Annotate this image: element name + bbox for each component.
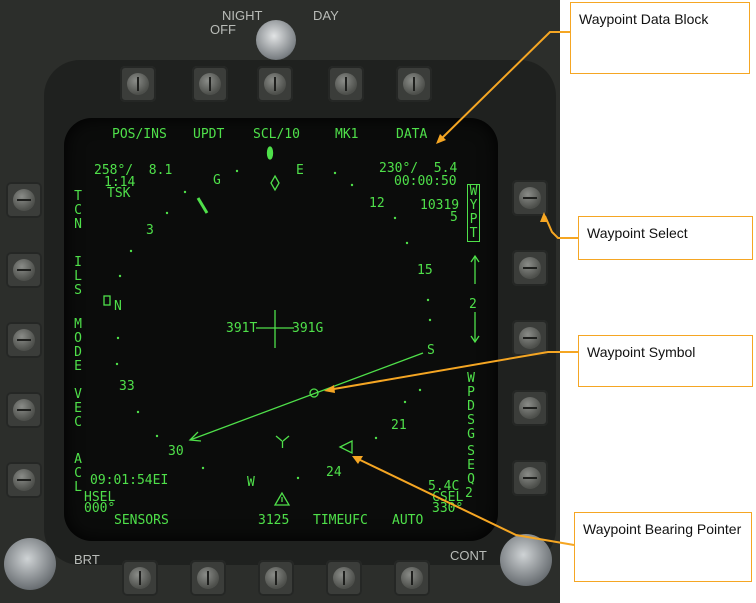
y-symbol-right — [282, 435, 290, 442]
y-symbol-left — [275, 435, 283, 442]
callout-leaders — [327, 31, 578, 546]
callout-arrowheads — [324, 134, 548, 464]
bullseye-box — [103, 295, 111, 306]
heading-bug — [266, 146, 274, 160]
tacan-bearing-bar — [196, 197, 209, 214]
heading-marker — [270, 174, 280, 192]
compass-dots — [115, 169, 432, 480]
course-line — [189, 352, 424, 441]
waypoint-bearing-pointer — [338, 439, 353, 455]
mfd-symbology — [103, 31, 578, 546]
